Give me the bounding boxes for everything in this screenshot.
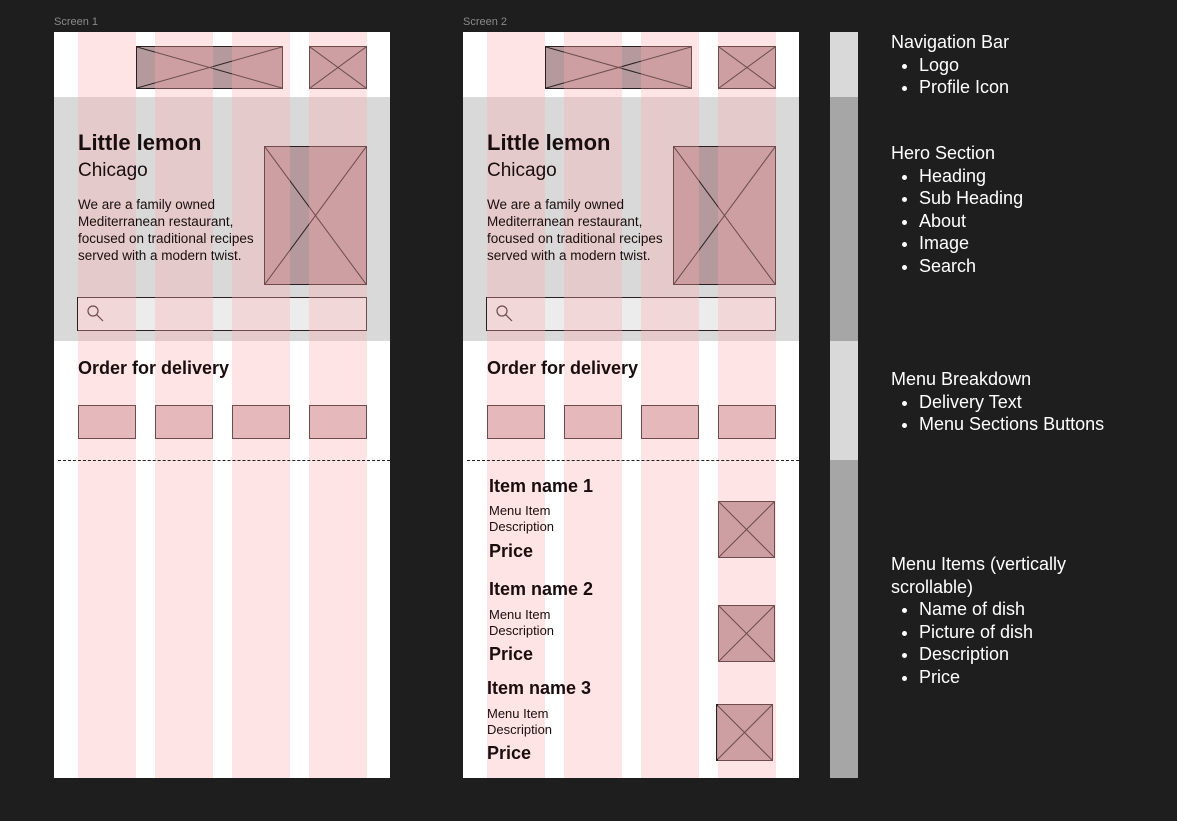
image-placeholder-icon — [717, 705, 772, 760]
annotation-item: Profile Icon — [919, 76, 1009, 99]
menu-item-1-image[interactable] — [718, 501, 775, 558]
hero-image-placeholder — [264, 146, 367, 285]
hero-subheading: Chicago — [487, 160, 557, 181]
annotation-item: Price — [919, 666, 1141, 689]
hero-subheading: Chicago — [78, 160, 148, 181]
search-input[interactable] — [77, 297, 367, 331]
menu-section-button-2[interactable] — [564, 405, 622, 439]
screen-2-wireframe: Little lemon Chicago We are a family own… — [463, 32, 799, 778]
menu-item-3-price: Price — [487, 743, 532, 763]
delivery-text: Order for delivery — [487, 358, 639, 378]
image-placeholder-icon — [265, 147, 366, 284]
menu-item-2-description: Menu Item Description — [489, 607, 555, 638]
menu-item-1-price: Price — [489, 541, 534, 561]
image-placeholder-icon — [310, 47, 366, 88]
image-placeholder-icon — [719, 606, 774, 661]
menu-section-button-3[interactable] — [641, 405, 699, 439]
hero-heading: Little lemon — [78, 130, 202, 155]
section-marker-hero — [830, 97, 858, 341]
menu-section-button-1[interactable] — [487, 405, 545, 439]
delivery-text: Order for delivery — [78, 358, 230, 378]
profile-icon-placeholder[interactable] — [309, 46, 367, 89]
image-placeholder-icon — [719, 502, 774, 557]
search-icon — [87, 305, 104, 322]
hero-heading: Little lemon — [487, 130, 611, 155]
menu-item-2-image[interactable] — [718, 605, 775, 662]
image-placeholder-icon — [546, 47, 691, 88]
menu-item-2-price: Price — [489, 644, 534, 664]
annotation-title: Navigation Bar — [891, 32, 1010, 52]
image-placeholder-icon — [137, 47, 282, 88]
screen-1-label: Screen 1 — [54, 16, 99, 28]
hero-image-placeholder — [673, 146, 776, 285]
annotation-item: Description — [919, 643, 1141, 666]
annotation-item: Picture of dish — [919, 621, 1141, 644]
annotation-item: Search — [919, 255, 1023, 278]
menu-section-button-2[interactable] — [155, 405, 213, 439]
screen-1-wireframe: Little lemon Chicago We are a family own… — [54, 32, 390, 778]
annotation-title: Menu Items (vertically scrollable) — [891, 554, 1067, 597]
menu-item-3-image[interactable] — [716, 704, 773, 761]
annotation-navigation-bar: Navigation Bar Logo Profile Icon — [891, 31, 1009, 99]
annotation-menu-items: Menu Items (vertically scrollable) Name … — [891, 553, 1141, 688]
annotation-item: Heading — [919, 165, 1023, 188]
annotation-title: Hero Section — [891, 143, 996, 163]
screen-2-label: Screen 2 — [463, 16, 508, 28]
logo-placeholder[interactable] — [545, 46, 692, 89]
annotation-menu-breakdown: Menu Breakdown Delivery Text Menu Sectio… — [891, 368, 1104, 436]
annotation-title: Menu Breakdown — [891, 369, 1032, 389]
menu-item-2-name[interactable]: Item name 2 — [489, 579, 593, 600]
annotation-item: Image — [919, 232, 1023, 255]
hero-about: We are a family owned Mediterranean rest… — [487, 197, 663, 263]
menu-section-button-1[interactable] — [78, 405, 136, 439]
section-divider — [467, 460, 799, 461]
annotation-item: Sub Heading — [919, 187, 1023, 210]
image-placeholder-icon — [674, 147, 775, 284]
section-marker-menu-items — [830, 460, 858, 778]
menu-section-button-4[interactable] — [718, 405, 776, 439]
menu-item-3-name[interactable]: Item name 3 — [487, 678, 591, 699]
annotation-hero-section: Hero Section Heading Sub Heading About I… — [891, 142, 1023, 277]
profile-icon-placeholder[interactable] — [718, 46, 776, 89]
annotation-item: About — [919, 210, 1023, 233]
hero-about: We are a family owned Mediterranean rest… — [78, 197, 254, 263]
annotation-item: Logo — [919, 54, 1009, 77]
menu-item-3-description: Menu Item Description — [487, 706, 553, 737]
annotation-item: Menu Sections Buttons — [919, 413, 1104, 436]
annotation-item: Delivery Text — [919, 391, 1104, 414]
search-input[interactable] — [486, 297, 776, 331]
annotation-item: Name of dish — [919, 598, 1141, 621]
menu-section-button-4[interactable] — [309, 405, 367, 439]
image-placeholder-icon — [719, 47, 775, 88]
menu-item-1-name[interactable]: Item name 1 — [489, 476, 593, 497]
logo-placeholder[interactable] — [136, 46, 283, 89]
section-divider — [58, 460, 390, 461]
menu-item-1-description: Menu Item Description — [489, 503, 555, 534]
search-icon — [496, 305, 513, 322]
section-marker-menu-breakdown — [830, 341, 858, 460]
menu-section-button-3[interactable] — [232, 405, 290, 439]
section-marker-navigation — [830, 32, 858, 97]
